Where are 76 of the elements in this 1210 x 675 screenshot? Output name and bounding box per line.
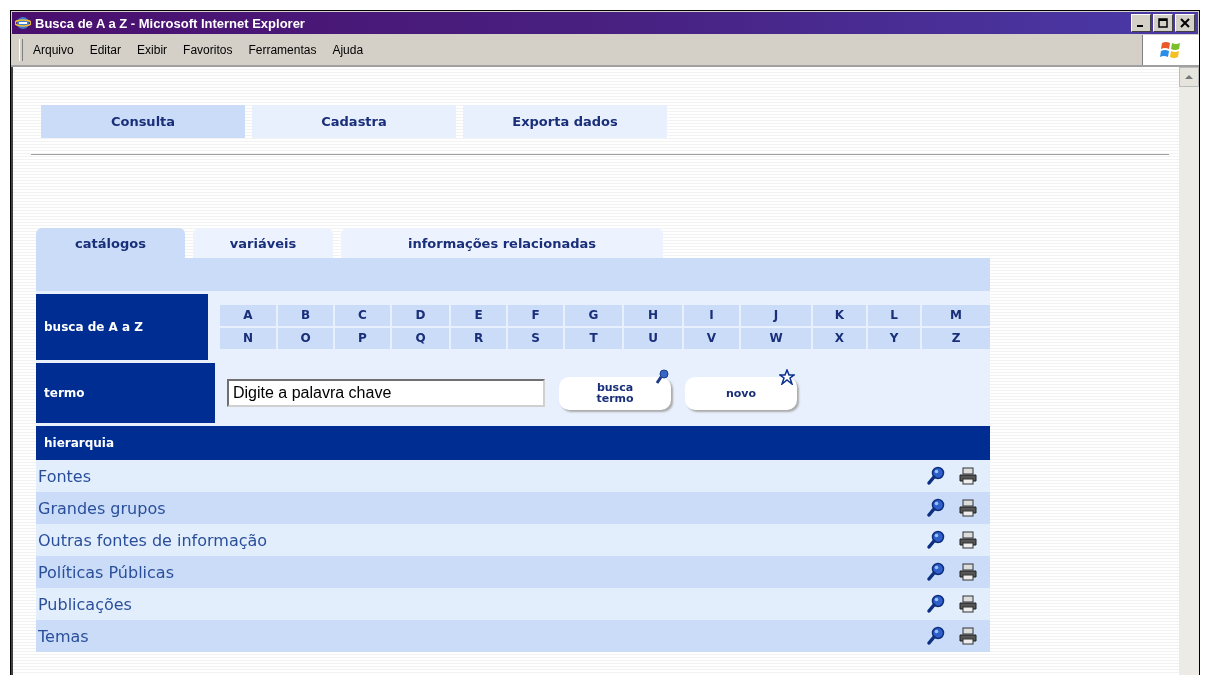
letter-link[interactable]: T — [565, 328, 622, 349]
magnifier-icon[interactable] — [926, 498, 946, 518]
letter-link[interactable]: F — [508, 305, 563, 326]
letter-link[interactable]: B — [278, 305, 333, 326]
magnifier-icon[interactable] — [926, 562, 946, 582]
minimize-button[interactable] — [1131, 14, 1151, 32]
star-icon — [779, 368, 795, 385]
letter-link[interactable]: A — [220, 305, 276, 326]
nav-tab[interactable]: Cadastra — [252, 105, 456, 138]
menu-item[interactable]: Favoritos — [183, 43, 233, 57]
browser-logo-icon — [15, 15, 31, 31]
letter-link[interactable]: J — [741, 305, 811, 326]
menu-item[interactable]: Editar — [89, 43, 122, 57]
letter-link[interactable]: R — [451, 328, 506, 349]
magnifier-icon[interactable] — [926, 594, 946, 614]
letter-link[interactable]: C — [335, 305, 390, 326]
magnifier-icon[interactable] — [926, 530, 946, 550]
letter-link[interactable]: D — [392, 305, 449, 326]
letter-link[interactable]: P — [335, 328, 390, 349]
letter-link[interactable]: M — [922, 305, 990, 326]
letter-link[interactable]: K — [813, 305, 866, 326]
new-button[interactable]: novo — [685, 376, 797, 410]
letter-link[interactable]: Y — [868, 328, 920, 349]
printer-icon[interactable] — [958, 498, 978, 518]
letter-link[interactable]: L — [868, 305, 920, 326]
letter-link[interactable]: U — [624, 328, 682, 349]
letter-link[interactable]: I — [684, 305, 739, 326]
printer-icon[interactable] — [958, 466, 978, 486]
category-link[interactable]: Temas — [38, 626, 926, 646]
menu-item[interactable]: Arquivo — [33, 43, 74, 57]
nav-tab[interactable]: Consulta — [41, 105, 245, 138]
category-link[interactable]: Fontes — [38, 466, 926, 486]
scroll-up-button[interactable] — [1179, 67, 1199, 87]
search-term-button[interactable]: busca termo — [559, 376, 671, 410]
close-button[interactable] — [1175, 14, 1195, 32]
letter-link[interactable]: G — [565, 305, 622, 326]
letter-link[interactable]: V — [684, 328, 739, 349]
menu-item[interactable]: Ferramentas — [248, 43, 317, 57]
keyword-input[interactable]: Digite a palavra chave — [227, 379, 545, 407]
letter-link[interactable]: X — [813, 328, 866, 349]
scrollbar[interactable] — [1179, 67, 1199, 675]
flag-logo-icon — [1160, 40, 1182, 60]
section-header: hierarquia — [36, 426, 990, 460]
maximize-button[interactable] — [1153, 14, 1173, 32]
letter-link[interactable]: H — [624, 305, 682, 326]
printer-icon[interactable] — [958, 594, 978, 614]
tab[interactable]: variáveis — [193, 228, 333, 258]
letter-link[interactable]: E — [451, 305, 506, 326]
close-icon — [1180, 18, 1190, 28]
letter-link[interactable]: N — [220, 328, 276, 349]
letter-link[interactable]: S — [508, 328, 563, 349]
maximize-icon — [1158, 18, 1168, 28]
row-label: busca de A a Z — [36, 294, 208, 360]
magnifier-icon[interactable] — [926, 626, 946, 646]
menu-item[interactable]: Exibir — [137, 43, 168, 57]
letter-link[interactable]: Z — [922, 328, 990, 349]
row-label: termo — [36, 363, 215, 423]
window-title: Busca de A a Z - Microsoft Internet Explorer — [35, 15, 306, 31]
category-link[interactable]: Grandes grupos — [38, 498, 926, 518]
tab[interactable]: informações relacionadas — [341, 228, 663, 258]
magnifier-icon — [655, 368, 669, 385]
printer-icon[interactable] — [958, 530, 978, 550]
up-arrow-icon — [1184, 74, 1194, 80]
printer-icon[interactable] — [958, 626, 978, 646]
category-link[interactable]: Publicações — [38, 594, 926, 614]
tab[interactable]: catálogos — [36, 228, 185, 258]
category-link[interactable]: Políticas Públicas — [38, 562, 926, 582]
letter-link[interactable]: Q — [392, 328, 449, 349]
menu-item[interactable]: Ajuda — [332, 43, 364, 57]
printer-icon[interactable] — [958, 562, 978, 582]
letter-link[interactable]: W — [741, 328, 811, 349]
letter-link[interactable]: O — [278, 328, 333, 349]
minimize-icon — [1136, 25, 1143, 27]
magnifier-icon[interactable] — [926, 466, 946, 486]
category-link[interactable]: Outras fontes de informação — [38, 530, 926, 550]
nav-tab[interactable]: Exporta dados — [463, 105, 667, 138]
